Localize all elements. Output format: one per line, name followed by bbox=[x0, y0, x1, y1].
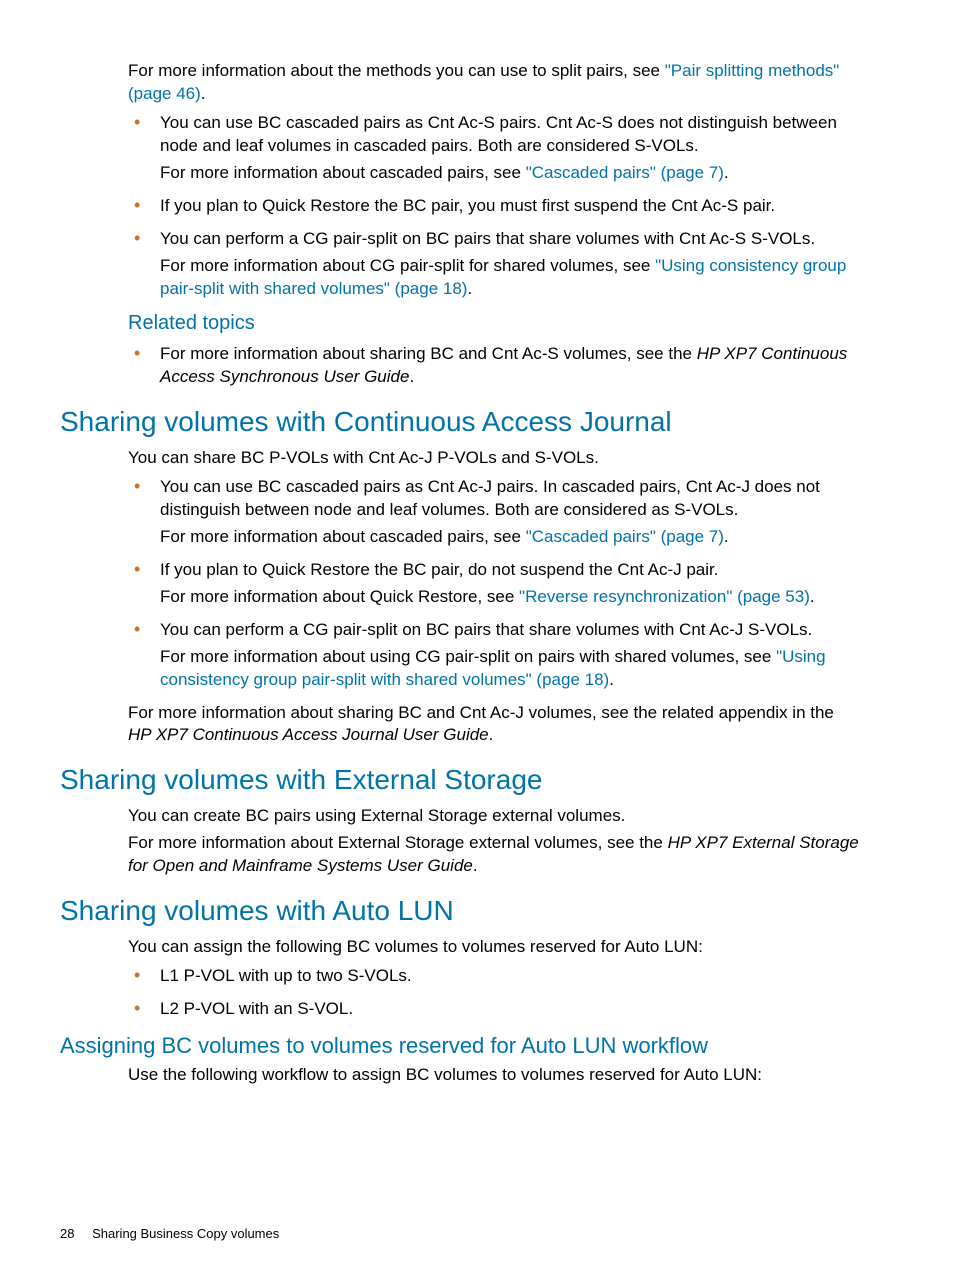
list-item: If you plan to Quick Restore the BC pair… bbox=[128, 559, 859, 609]
link-cascaded-pairs[interactable]: "Cascaded pairs" (page 7) bbox=[526, 527, 724, 546]
body-text: For more information about sharing BC an… bbox=[128, 703, 834, 722]
workflow-body: Use the following workflow to assign BC … bbox=[128, 1064, 859, 1087]
body-text: You can share BC P-VOLs with Cnt Ac-J P-… bbox=[128, 447, 859, 470]
page-number: 28 bbox=[60, 1226, 74, 1241]
heading-sharing-caj: Sharing volumes with Continuous Access J… bbox=[60, 403, 894, 441]
body-text: . bbox=[489, 725, 494, 744]
body-text: For more information about External Stor… bbox=[128, 833, 668, 852]
heading-assigning-workflow: Assigning BC volumes to volumes reserved… bbox=[60, 1031, 894, 1061]
body-text: For more information about cascaded pair… bbox=[160, 163, 526, 182]
body-text: For more information about CG pair-split… bbox=[160, 256, 655, 275]
heading-related-topics: Related topics bbox=[128, 310, 894, 337]
list-item: If you plan to Quick Restore the BC pair… bbox=[128, 195, 859, 218]
intro-text: For more information about the methods y… bbox=[128, 61, 665, 80]
body-text: Use the following workflow to assign BC … bbox=[128, 1064, 859, 1087]
body-text: You can use BC cascaded pairs as Cnt Ac-… bbox=[160, 112, 859, 158]
body-text: You can create BC pairs using External S… bbox=[128, 805, 859, 828]
page-footer: 28 Sharing Business Copy volumes bbox=[60, 1225, 279, 1243]
link-cascaded-pairs[interactable]: "Cascaded pairs" (page 7) bbox=[526, 163, 724, 182]
body-text: You can perform a CG pair-split on BC pa… bbox=[160, 619, 859, 642]
list-item: You can perform a CG pair-split on BC pa… bbox=[128, 228, 859, 301]
body-text: If you plan to Quick Restore the BC pair… bbox=[160, 195, 859, 218]
body-text: . bbox=[724, 527, 729, 546]
body-text: For more information about using CG pair… bbox=[160, 647, 776, 666]
list-item: For more information about sharing BC an… bbox=[128, 343, 859, 389]
related-topics-body: For more information about sharing BC an… bbox=[128, 343, 859, 389]
intro-paragraph: For more information about the methods y… bbox=[128, 60, 859, 300]
heading-sharing-autolun: Sharing volumes with Auto LUN bbox=[60, 892, 894, 930]
list-item: You can perform a CG pair-split on BC pa… bbox=[128, 619, 859, 692]
footer-title: Sharing Business Copy volumes bbox=[92, 1226, 279, 1241]
body-text: L2 P-VOL with an S-VOL. bbox=[160, 998, 859, 1021]
body-text: For more information about Quick Restore… bbox=[160, 587, 519, 606]
body-text: . bbox=[724, 163, 729, 182]
body-text: For more information about cascaded pair… bbox=[160, 527, 526, 546]
body-text: You can assign the following BC volumes … bbox=[128, 936, 859, 959]
body-text: . bbox=[409, 367, 414, 386]
intro-text-tail: . bbox=[201, 84, 206, 103]
caj-body: You can share BC P-VOLs with Cnt Ac-J P-… bbox=[128, 447, 859, 747]
autolun-bullet-list: L1 P-VOL with up to two S-VOLs. L2 P-VOL… bbox=[128, 965, 859, 1021]
list-item: L1 P-VOL with up to two S-VOLs. bbox=[128, 965, 859, 988]
autolun-body: You can assign the following BC volumes … bbox=[128, 936, 859, 1021]
body-text: You can use BC cascaded pairs as Cnt Ac-… bbox=[160, 476, 859, 522]
body-text: . bbox=[467, 279, 472, 298]
link-reverse-resync[interactable]: "Reverse resynchronization" (page 53) bbox=[519, 587, 810, 606]
doc-title-italic: HP XP7 Continuous Access Journal User Gu… bbox=[128, 725, 489, 744]
list-item: L2 P-VOL with an S-VOL. bbox=[128, 998, 859, 1021]
body-text: L1 P-VOL with up to two S-VOLs. bbox=[160, 965, 859, 988]
caj-bullet-list: You can use BC cascaded pairs as Cnt Ac-… bbox=[128, 476, 859, 692]
heading-sharing-external: Sharing volumes with External Storage bbox=[60, 761, 894, 799]
body-text: . bbox=[810, 587, 815, 606]
top-bullet-list: You can use BC cascaded pairs as Cnt Ac-… bbox=[128, 112, 859, 301]
body-text: For more information about sharing BC an… bbox=[160, 344, 697, 363]
body-text: . bbox=[473, 856, 478, 875]
related-bullet-list: For more information about sharing BC an… bbox=[128, 343, 859, 389]
body-text: . bbox=[609, 670, 614, 689]
list-item: You can use BC cascaded pairs as Cnt Ac-… bbox=[128, 476, 859, 549]
list-item: You can use BC cascaded pairs as Cnt Ac-… bbox=[128, 112, 859, 185]
body-text: You can perform a CG pair-split on BC pa… bbox=[160, 228, 859, 251]
page-container: For more information about the methods y… bbox=[0, 0, 954, 1271]
body-text: If you plan to Quick Restore the BC pair… bbox=[160, 559, 859, 582]
ext-body: You can create BC pairs using External S… bbox=[128, 805, 859, 878]
